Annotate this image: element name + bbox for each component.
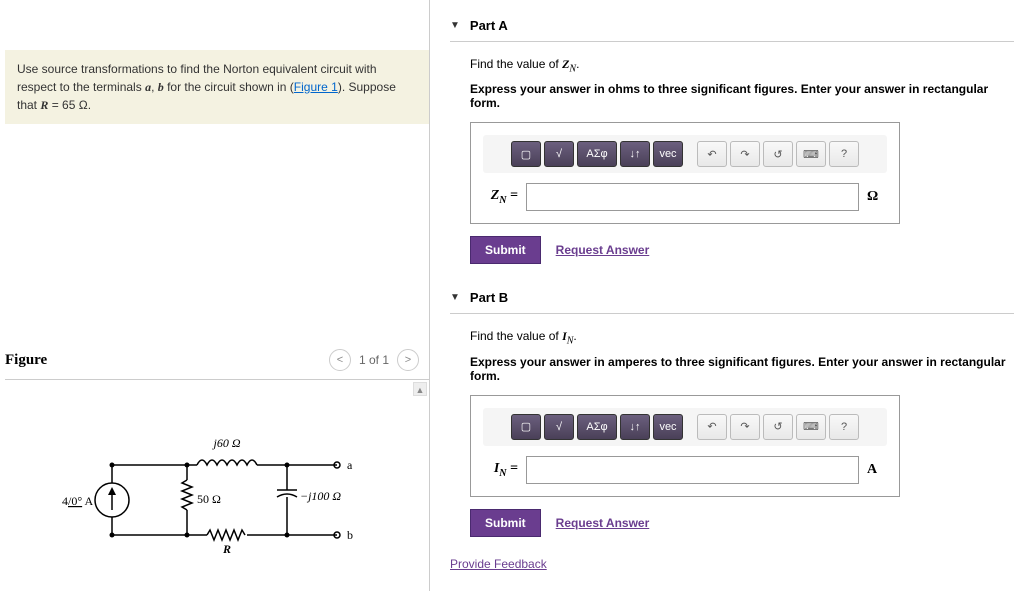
greek-button[interactable]: ΑΣφ (577, 414, 617, 440)
undo-button[interactable]: ↶ (697, 414, 727, 440)
greek-button[interactable]: ΑΣφ (577, 141, 617, 167)
part-a-unit: Ω (867, 189, 887, 205)
source-label: 4/0° A (62, 494, 93, 508)
help-button[interactable]: ? (829, 141, 859, 167)
terminal-b-label: b (347, 528, 353, 542)
collapse-icon: ▼ (450, 292, 460, 303)
figure-content: ▲ j60 Ω a (5, 380, 429, 580)
right-panel: ▼ Part A Find the value of ZN. Express y… (430, 0, 1024, 591)
part-b-submit-button[interactable]: Submit (470, 509, 541, 537)
provide-feedback-link[interactable]: Provide Feedback (450, 557, 1014, 571)
part-b-section: ▼ Part B Find the value of IN. Express y… (450, 282, 1014, 536)
figure-title: Figure (5, 352, 47, 369)
part-b-var-label: IN = (483, 461, 518, 479)
redo-button[interactable]: ↷ (730, 141, 760, 167)
figure-prev-button[interactable]: < (329, 349, 351, 371)
figure-header: Figure < 1 of 1 > (5, 344, 429, 380)
figure-next-button[interactable]: > (397, 349, 419, 371)
undo-button[interactable]: ↶ (697, 141, 727, 167)
part-a-submit-button[interactable]: Submit (470, 236, 541, 264)
keyboard-button[interactable]: ⌨ (796, 141, 826, 167)
vec-button[interactable]: vec (653, 414, 683, 440)
arrows-button[interactable]: ↓↑ (620, 414, 650, 440)
r2-label: R (222, 542, 231, 556)
figure-nav: < 1 of 1 > (329, 349, 419, 371)
reset-button[interactable]: ↺ (763, 414, 793, 440)
figure-link[interactable]: Figure 1 (294, 80, 338, 94)
cap-label: −j100 Ω (300, 489, 341, 503)
part-a-instruction: Find the value of ZN. (470, 57, 1014, 74)
part-a-header[interactable]: ▼ Part A (450, 10, 1014, 42)
part-a-answer-box: ▢ √ ΑΣφ ↓↑ vec ↶ ↷ ↺ ⌨ ? ZN = Ω (470, 122, 900, 224)
part-b-input[interactable] (526, 456, 859, 484)
part-b-request-link[interactable]: Request Answer (556, 516, 650, 530)
templates-button[interactable]: ▢ (511, 141, 541, 167)
part-b-header[interactable]: ▼ Part B (450, 282, 1014, 314)
keyboard-button[interactable]: ⌨ (796, 414, 826, 440)
circuit-diagram: j60 Ω a 4/0° A (57, 425, 377, 565)
part-a-toolbar: ▢ √ ΑΣφ ↓↑ vec ↶ ↷ ↺ ⌨ ? (483, 135, 887, 173)
figure-section: Figure < 1 of 1 > ▲ j60 Ω (5, 344, 429, 580)
part-a-request-link[interactable]: Request Answer (556, 243, 650, 257)
scroll-up-icon[interactable]: ▲ (413, 382, 427, 396)
part-a-input[interactable] (526, 183, 859, 211)
inductor-label: j60 Ω (211, 436, 240, 450)
vec-button[interactable]: vec (653, 141, 683, 167)
part-b-unit: A (867, 462, 887, 478)
part-b-title: Part B (470, 290, 508, 305)
arrows-button[interactable]: ↓↑ (620, 141, 650, 167)
part-a-title: Part A (470, 18, 508, 33)
part-a-var-label: ZN = (483, 188, 518, 206)
collapse-icon: ▼ (450, 20, 460, 31)
part-b-answer-box: ▢ √ ΑΣφ ↓↑ vec ↶ ↷ ↺ ⌨ ? IN = A (470, 395, 900, 497)
part-b-format: Express your answer in amperes to three … (470, 355, 1014, 383)
terminal-a-label: a (347, 458, 353, 472)
r1-label: 50 Ω (197, 492, 221, 506)
problem-statement: Use source transformations to find the N… (5, 50, 429, 124)
part-a-section: ▼ Part A Find the value of ZN. Express y… (450, 10, 1014, 264)
templates-button[interactable]: ▢ (511, 414, 541, 440)
help-button[interactable]: ? (829, 414, 859, 440)
figure-counter: 1 of 1 (359, 353, 389, 367)
part-a-format: Express your answer in ohms to three sig… (470, 82, 1014, 110)
part-b-instruction: Find the value of IN. (470, 329, 1014, 346)
root-button[interactable]: √ (544, 141, 574, 167)
left-panel: Use source transformations to find the N… (0, 0, 430, 591)
part-b-toolbar: ▢ √ ΑΣφ ↓↑ vec ↶ ↷ ↺ ⌨ ? (483, 408, 887, 446)
reset-button[interactable]: ↺ (763, 141, 793, 167)
redo-button[interactable]: ↷ (730, 414, 760, 440)
root-button[interactable]: √ (544, 414, 574, 440)
